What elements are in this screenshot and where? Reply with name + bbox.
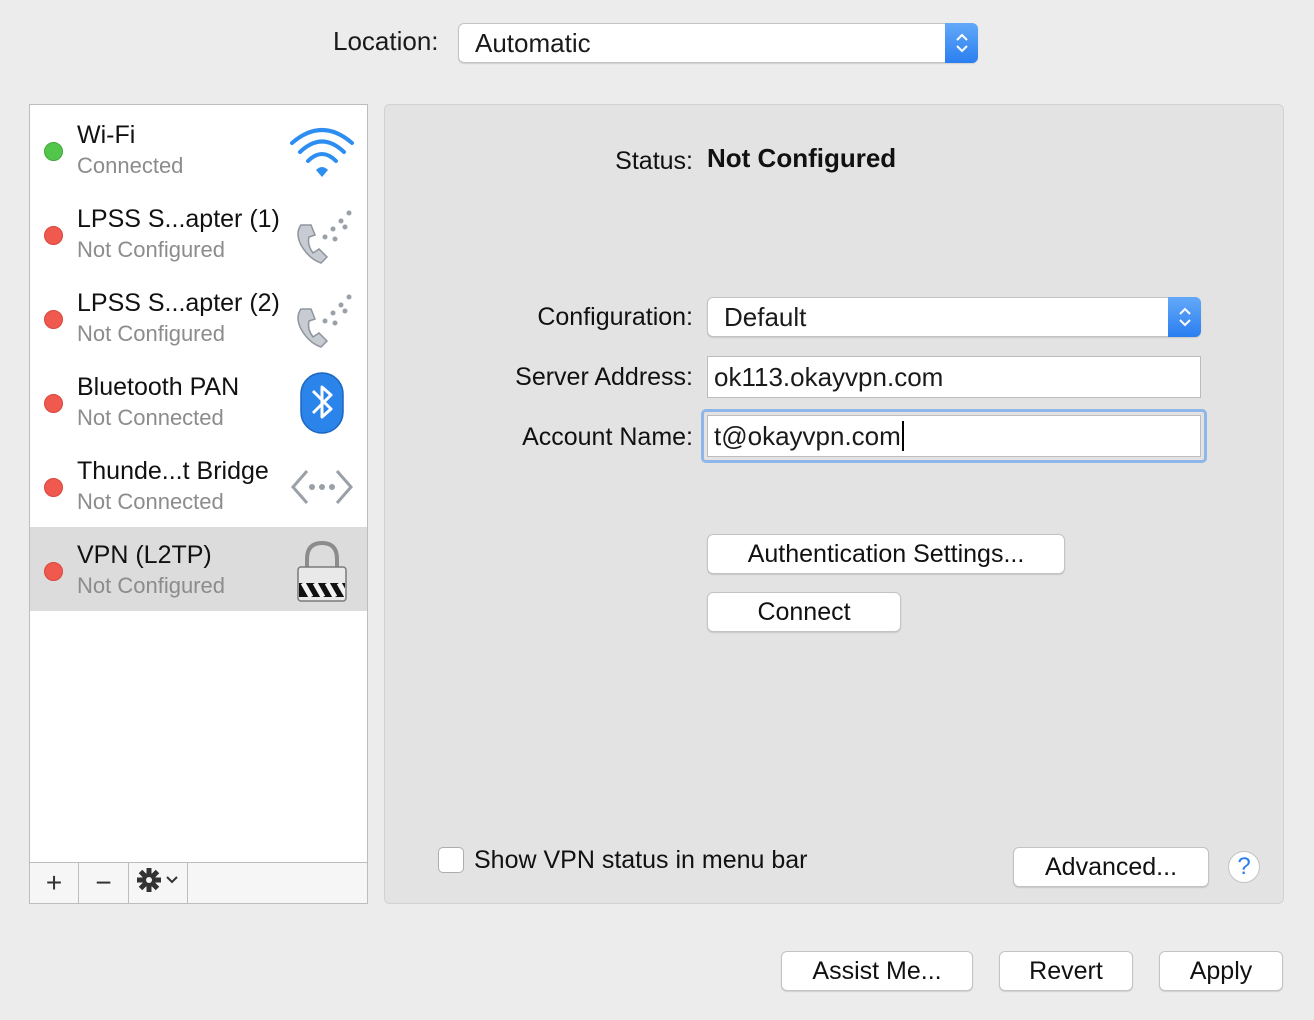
status-dot xyxy=(44,310,63,329)
configuration-label: Configuration: xyxy=(537,303,693,331)
service-status: Not Configured xyxy=(77,321,225,346)
status-dot xyxy=(44,478,63,497)
service-item-wifi[interactable]: Wi-Fi Connected xyxy=(30,107,367,191)
chevron-down-icon xyxy=(166,875,178,883)
bluetooth-icon xyxy=(289,371,355,435)
remove-service-button[interactable]: − xyxy=(79,863,129,903)
service-item-bluetooth[interactable]: Bluetooth PAN Not Connected xyxy=(30,359,367,443)
phone-modem-icon xyxy=(289,203,355,267)
connect-button[interactable]: Connect xyxy=(707,592,901,632)
service-name: Wi-Fi xyxy=(77,121,136,149)
location-popup[interactable]: Automatic xyxy=(458,23,978,63)
service-status: Not Connected xyxy=(77,489,224,514)
status-dot xyxy=(44,394,63,413)
show-vpn-status-checkbox[interactable] xyxy=(438,847,464,873)
service-item-lpss-1[interactable]: LPSS S...apter (1) Not Configured xyxy=(30,191,367,275)
apply-button[interactable]: Apply xyxy=(1159,951,1283,991)
action-menu-button[interactable] xyxy=(129,863,188,903)
vpn-detail-panel: Status: Not Configured Configuration: De… xyxy=(384,104,1284,904)
server-address-value: ok113.okayvpn.com xyxy=(714,361,944,392)
service-list-toolbar: + − xyxy=(30,862,367,903)
service-item-thunderbolt-bridge[interactable]: Thunde...t Bridge Not Connected xyxy=(30,443,367,527)
service-status: Connected xyxy=(77,153,184,178)
show-vpn-status-label[interactable]: Show VPN status in menu bar xyxy=(474,846,808,875)
vpn-lock-icon xyxy=(289,539,355,603)
status-label: Status: xyxy=(615,147,693,175)
service-status: Not Configured xyxy=(77,573,225,598)
account-name-label: Account Name: xyxy=(522,423,693,451)
service-name: LPSS S...apter (1) xyxy=(77,205,280,233)
service-name: VPN (L2TP) xyxy=(77,541,212,569)
service-item-vpn[interactable]: VPN (L2TP) Not Configured xyxy=(30,527,367,611)
account-name-value: t@okayvpn.com xyxy=(714,420,901,451)
phone-modem-icon xyxy=(289,287,355,351)
text-caret xyxy=(901,421,904,451)
service-status: Not Configured xyxy=(77,237,225,262)
popup-stepper-icon xyxy=(1168,297,1201,337)
help-button[interactable]: ? xyxy=(1228,851,1260,883)
location-value: Automatic xyxy=(475,27,591,58)
status-dot xyxy=(44,226,63,245)
service-name: LPSS S...apter (2) xyxy=(77,289,280,317)
service-item-lpss-2[interactable]: LPSS S...apter (2) Not Configured xyxy=(30,275,367,359)
gear-icon xyxy=(136,867,180,900)
configuration-value: Default xyxy=(724,301,807,332)
service-name: Thunde...t Bridge xyxy=(77,457,269,485)
add-service-button[interactable]: + xyxy=(30,863,79,903)
configuration-popup[interactable]: Default xyxy=(707,297,1201,337)
revert-button[interactable]: Revert xyxy=(999,951,1133,991)
wifi-icon xyxy=(289,119,355,183)
status-dot xyxy=(44,142,63,161)
advanced-button[interactable]: Advanced... xyxy=(1013,847,1209,887)
status-dot xyxy=(44,562,63,581)
assist-me-button[interactable]: Assist Me... xyxy=(781,951,973,991)
location-label: Location: xyxy=(333,26,439,56)
service-name: Bluetooth PAN xyxy=(77,373,240,401)
server-address-label: Server Address: xyxy=(515,363,693,391)
bridge-arrows-icon xyxy=(289,455,355,519)
service-list[interactable]: Wi-Fi Connected LPSS S...apter (1) Not C… xyxy=(29,104,368,904)
authentication-settings-button[interactable]: Authentication Settings... xyxy=(707,534,1065,574)
account-name-field[interactable]: t@okayvpn.com xyxy=(707,415,1201,457)
status-value: Not Configured xyxy=(707,143,897,173)
popup-stepper-icon xyxy=(945,23,978,63)
server-address-field[interactable]: ok113.okayvpn.com xyxy=(707,356,1201,398)
service-status: Not Connected xyxy=(77,405,224,430)
